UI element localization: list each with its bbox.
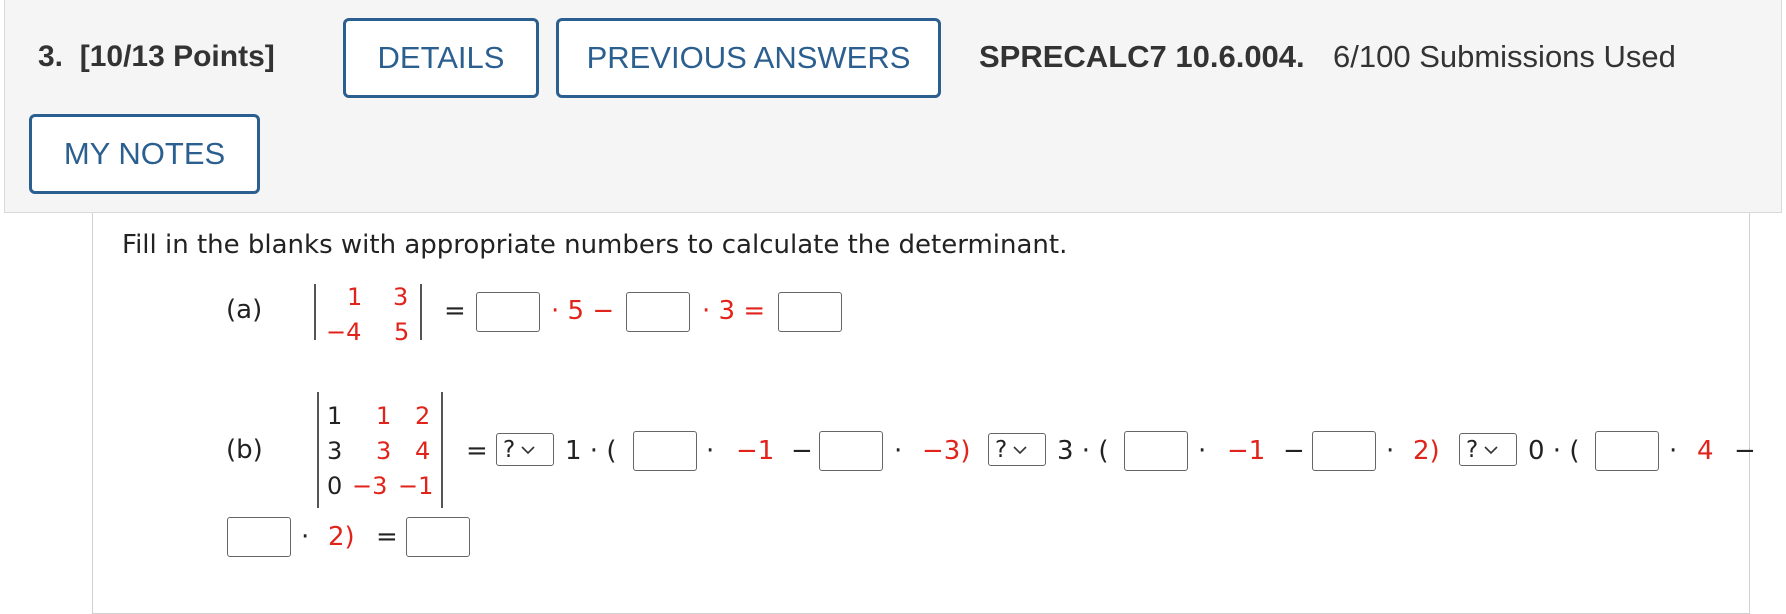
matrix-a-cell: 5 bbox=[394, 318, 410, 346]
part-b-label: (b) bbox=[226, 435, 263, 465]
select-value: ? bbox=[1466, 436, 1479, 463]
answer-blank-a2[interactable] bbox=[626, 292, 690, 332]
answer-blank-a1[interactable] bbox=[476, 292, 540, 332]
answer-blank-b2[interactable] bbox=[819, 431, 883, 471]
matrix-b-left-bar bbox=[317, 392, 319, 508]
question-number: 3. bbox=[38, 40, 64, 73]
chevron-down-icon bbox=[1484, 445, 1498, 454]
matrix-a-right-bar bbox=[420, 284, 422, 340]
minus-operator: − bbox=[1283, 436, 1305, 466]
dot-operator: · bbox=[1386, 436, 1395, 466]
answer-blank-b6[interactable] bbox=[227, 517, 291, 557]
matrix-b-cell: 3 bbox=[376, 437, 392, 465]
matrix-a-cell: −4 bbox=[326, 318, 362, 346]
equals-sign: = bbox=[444, 296, 466, 326]
term2-value2: 2) bbox=[1413, 436, 1440, 466]
details-button[interactable]: DETAILS bbox=[343, 18, 539, 98]
answer-blank-b-final[interactable] bbox=[406, 517, 470, 557]
part-a-label: (a) bbox=[226, 295, 263, 325]
dot-operator: · bbox=[301, 522, 310, 552]
equals-sign: = bbox=[466, 436, 488, 466]
term3-prefix: 0 · ( bbox=[1528, 436, 1580, 466]
term1-value1: −1 bbox=[736, 436, 775, 466]
part-a-dot-3-eq: · 3 = bbox=[702, 296, 766, 326]
matrix-b-cell: 1 bbox=[376, 402, 392, 430]
select-value: ? bbox=[995, 436, 1008, 463]
problem-code: SPRECALC7 10.6.004. bbox=[979, 39, 1305, 74]
line2-value: 2) bbox=[328, 522, 355, 552]
matrix-b-cell: 3 bbox=[327, 437, 343, 465]
sign-select-2[interactable]: ? bbox=[988, 433, 1046, 466]
term1-prefix: 1 · ( bbox=[565, 436, 617, 466]
dot-operator: · bbox=[1198, 436, 1207, 466]
my-notes-button[interactable]: MY NOTES bbox=[29, 114, 260, 194]
select-value: ? bbox=[503, 436, 516, 463]
dot-operator: · bbox=[894, 436, 903, 466]
question-title: 3. [10/13 Points] bbox=[38, 40, 275, 74]
matrix-b-cell: 0 bbox=[327, 472, 343, 500]
part-a-op1: · 5 − bbox=[551, 296, 614, 326]
matrix-b-cell: 1 bbox=[327, 402, 343, 430]
matrix-b-cell: −3 bbox=[352, 472, 388, 500]
previous-answers-button[interactable]: PREVIOUS ANSWERS bbox=[556, 18, 941, 98]
answer-blank-b3[interactable] bbox=[1124, 431, 1188, 471]
term2-prefix: 3 · ( bbox=[1057, 436, 1109, 466]
matrix-a-cell: 1 bbox=[347, 283, 363, 311]
matrix-a-left-bar bbox=[314, 284, 316, 340]
chevron-down-icon bbox=[1013, 445, 1027, 454]
dot-operator: · bbox=[1669, 436, 1678, 466]
matrix-b-cell: −1 bbox=[398, 472, 434, 500]
part-a-dot-5-minus: · 5 − bbox=[551, 296, 615, 326]
sign-select-3[interactable]: ? bbox=[1459, 433, 1517, 466]
dot-operator: · bbox=[706, 436, 715, 466]
equals-sign: = bbox=[376, 522, 398, 552]
matrix-a-cell: 3 bbox=[393, 283, 409, 311]
answer-blank-b5[interactable] bbox=[1595, 431, 1659, 471]
submissions-count: 6/100 Submissions Used bbox=[1333, 39, 1676, 74]
answer-blank-b1[interactable] bbox=[633, 431, 697, 471]
matrix-b-cell: 2 bbox=[415, 402, 431, 430]
question-prompt: Fill in the blanks with appropriate numb… bbox=[122, 230, 1068, 260]
minus-operator: − bbox=[791, 436, 813, 466]
chevron-down-icon bbox=[521, 445, 535, 454]
question-header: 3. [10/13 Points] DETAILS PREVIOUS ANSWE… bbox=[4, 0, 1782, 213]
answer-blank-b4[interactable] bbox=[1312, 431, 1376, 471]
minus-operator: − bbox=[1734, 436, 1756, 466]
points-badge: [10/13 Points] bbox=[79, 40, 275, 73]
term3-value1: 4 bbox=[1697, 436, 1714, 466]
sign-select-1[interactable]: ? bbox=[496, 433, 554, 466]
term1-value2: −3) bbox=[922, 436, 971, 466]
matrix-b-right-bar bbox=[441, 392, 443, 508]
answer-blank-a3[interactable] bbox=[778, 292, 842, 332]
matrix-b-cell: 4 bbox=[415, 437, 431, 465]
term2-value1: −1 bbox=[1227, 436, 1266, 466]
